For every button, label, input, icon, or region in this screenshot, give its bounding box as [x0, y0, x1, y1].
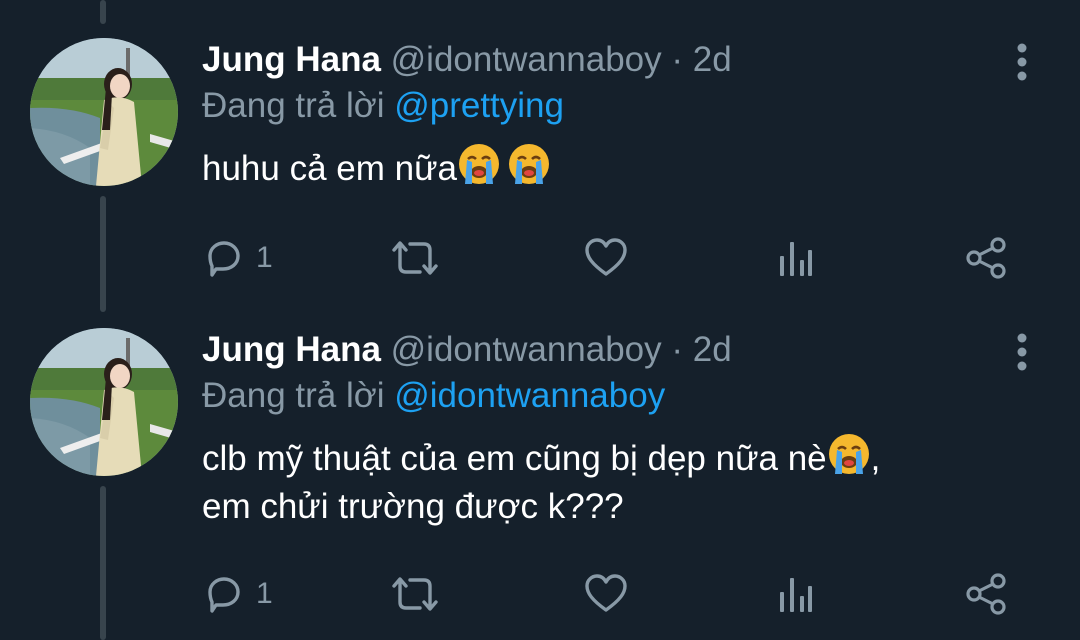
user-handle[interactable]: @idontwannaboy — [391, 330, 662, 369]
separator-dot: · — [671, 40, 684, 79]
share-icon — [966, 237, 1006, 279]
reply-button[interactable]: 1 — [202, 570, 273, 618]
reply-context: Đang trả lời @idontwannaboy — [202, 374, 1040, 418]
user-handle[interactable]: @idontwannaboy — [391, 40, 662, 79]
analytics-icon — [780, 578, 812, 612]
reply-count: 1 — [256, 577, 273, 610]
reply-count: 1 — [256, 241, 273, 274]
reply-icon — [208, 577, 240, 613]
tweet-actions: 1 — [202, 234, 1022, 282]
analytics-button[interactable] — [776, 570, 816, 618]
tweet-text-line: clb mỹ thuật của em cũng bị dẹp nữa nè — [202, 439, 827, 478]
analytics-icon — [780, 242, 812, 276]
loudly-crying-face-emoji — [458, 144, 499, 184]
tweet[interactable]: Jung Hana @idontwannaboy · 2d Đang trả l… — [0, 38, 1080, 288]
share-button[interactable] — [964, 234, 1010, 282]
tweet[interactable]: Jung Hana @idontwannaboy · 2d Đang trả l… — [0, 328, 1080, 628]
retweet-button[interactable] — [388, 234, 442, 282]
reply-button[interactable]: 1 — [202, 234, 273, 282]
retweet-icon — [392, 241, 438, 275]
separator-dot: · — [671, 330, 684, 369]
tweet-text: huhu cả em nữa — [202, 142, 1040, 193]
tweet-header: Jung Hana @idontwannaboy · 2d — [202, 328, 1040, 372]
heart-icon — [585, 574, 627, 612]
tweet-text-suffix: , — [870, 439, 881, 478]
thread-line-top — [100, 0, 106, 24]
tweet-text-line: em chửi trường được k??? — [202, 487, 624, 526]
share-button[interactable] — [964, 570, 1010, 618]
avatar[interactable] — [30, 328, 178, 476]
reply-mention-link[interactable]: @idontwannaboy — [394, 376, 665, 415]
like-button[interactable] — [582, 570, 630, 618]
reply-prefix: Đang trả lời — [202, 86, 385, 125]
display-name[interactable]: Jung Hana — [202, 40, 381, 79]
display-name[interactable]: Jung Hana — [202, 330, 381, 369]
reply-prefix: Đang trả lời — [202, 376, 385, 415]
reply-icon — [208, 241, 240, 277]
tweet-text-line: huhu cả em nữa — [202, 149, 457, 188]
timestamp[interactable]: 2d — [693, 330, 732, 369]
more-vertical-icon[interactable] — [1010, 332, 1034, 372]
timestamp[interactable]: 2d — [693, 40, 732, 79]
reply-context: Đang trả lời @prettying — [202, 84, 1040, 128]
share-icon — [966, 573, 1006, 615]
retweet-button[interactable] — [388, 570, 442, 618]
more-vertical-icon[interactable] — [1010, 42, 1034, 82]
analytics-button[interactable] — [776, 234, 816, 282]
like-button[interactable] — [582, 234, 630, 282]
loudly-crying-face-emoji — [508, 144, 549, 184]
tweet-header: Jung Hana @idontwannaboy · 2d — [202, 38, 1040, 82]
tweet-text: clb mỹ thuật của em cũng bị dẹp nữa nè ,… — [202, 432, 1040, 531]
reply-mention-link[interactable]: @prettying — [394, 86, 564, 125]
avatar[interactable] — [30, 38, 178, 186]
heart-icon — [585, 238, 627, 276]
loudly-crying-face-emoji — [828, 434, 869, 474]
tweet-actions: 1 — [202, 570, 1022, 618]
retweet-icon — [392, 577, 438, 611]
